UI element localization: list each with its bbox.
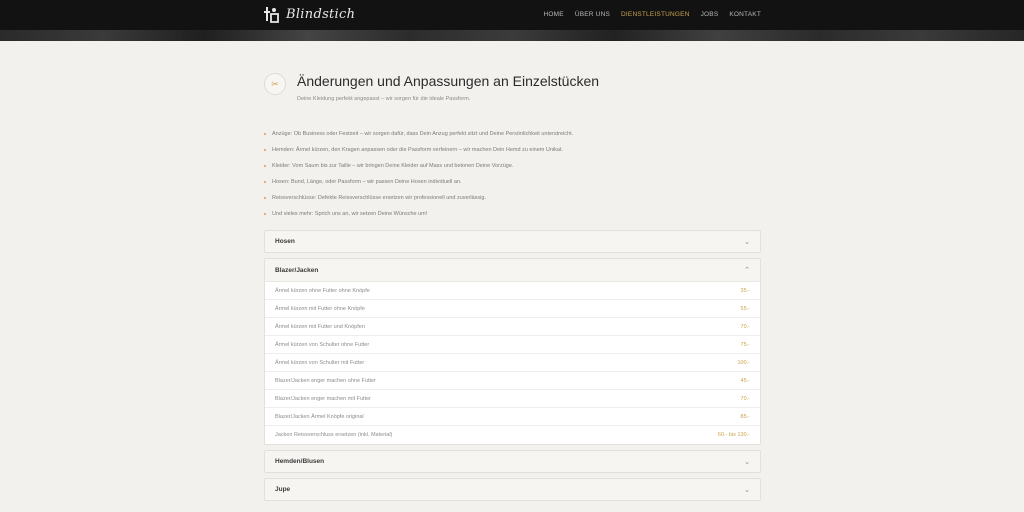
price-value: 45.- xyxy=(740,377,750,384)
table-row: Ärmel kürzen von Schulter ohne Futter 75.… xyxy=(265,336,760,354)
table-row: Blazer/Jacken enger machen mit Futter 70.… xyxy=(265,390,760,408)
table-row: Ärmel kürzen von Schulter mit Futter 100.… xyxy=(265,354,760,372)
bullet-dot-icon xyxy=(264,181,266,183)
list-item-text: Und vieles mehr: Sprich uns an, wir setz… xyxy=(272,211,428,217)
table-row: Blazer/Jacken Ärmel Knöpfe original 85.- xyxy=(265,408,760,426)
chevron-down-icon: ⌄ xyxy=(744,486,750,494)
accordion-header-hemden-blusen[interactable]: Hemden/Blusen ⌄ xyxy=(264,450,761,473)
table-row: Blazer/Jacken enger machen ohne Futter 45… xyxy=(265,372,760,390)
list-item: Reissverschlüsse: Defekte Reissverschlüs… xyxy=(264,190,761,206)
chevron-down-icon: ⌄ xyxy=(744,458,750,466)
price-description: Ärmel kürzen von Schulter mit Futter xyxy=(275,359,365,366)
logo-figure-icon xyxy=(264,6,280,23)
accordion-label: Jupe xyxy=(275,486,291,493)
top-navigation-bar: Blindstich HOME ÜBER UNS DIENSTLEISTUNGE… xyxy=(0,0,1024,30)
bullet-dot-icon xyxy=(264,149,266,151)
price-value: 60.- bis 130.- xyxy=(717,432,750,438)
price-description: Blazer/Jacken enger machen mit Futter xyxy=(275,395,371,402)
nav-item-ueber-uns[interactable]: ÜBER UNS xyxy=(575,11,610,18)
table-row: Ärmel kürzen mit Futter und Knöpfen 70.- xyxy=(265,318,760,336)
brand-name: Blindstich xyxy=(286,7,356,22)
page-title: Änderungen und Anpassungen an Einzelstüc… xyxy=(297,73,600,89)
nav-item-jobs[interactable]: JOBS xyxy=(701,11,719,18)
accordion-label: Hosen xyxy=(275,238,295,245)
brand-logo[interactable]: Blindstich xyxy=(264,6,355,23)
price-description: Jacken Reissverschluss ersetzen (inkl. M… xyxy=(275,432,393,438)
price-value: 75.- xyxy=(740,341,750,348)
main-nav: HOME ÜBER UNS DIENSTLEISTUNGEN JOBS KONT… xyxy=(544,11,762,18)
accordion-panel-blazer-jacken: Blazer/Jacken ⌃ Ärmel kürzen ohne Futter… xyxy=(264,258,761,445)
price-value: 100.- xyxy=(737,359,750,366)
price-description: Blazer/Jacken Ärmel Knöpfe original xyxy=(275,413,364,420)
main-content: ✂ Änderungen und Anpassungen an Einzelst… xyxy=(264,70,761,506)
list-item-text: Kleider: Vom Saum bis zur Taille – wir b… xyxy=(272,163,514,169)
service-list: Anzüge: Ob Business oder Festzeit – wir … xyxy=(264,126,761,222)
table-row: Ärmel kürzen ohne Futter ohne Knöpfe 35.- xyxy=(265,282,760,300)
price-value: 70.- xyxy=(740,323,750,330)
accordion-header-hosen[interactable]: Hosen ⌄ xyxy=(264,230,761,253)
accordion-header-jupe[interactable]: Jupe ⌄ xyxy=(264,478,761,501)
list-item-text: Hemden: Ärmel kürzen, den Kragen anpasse… xyxy=(272,147,564,153)
list-item: Kleider: Vom Saum bis zur Taille – wir b… xyxy=(264,158,761,174)
price-description: Ärmel kürzen mit Futter ohne Knöpfe xyxy=(275,305,365,312)
chevron-down-icon: ⌄ xyxy=(744,238,750,246)
nav-item-home[interactable]: HOME xyxy=(544,11,564,18)
table-row: Jacken Reissverschluss ersetzen (inkl. M… xyxy=(265,426,760,444)
page-subtitle: Deine Kleidung perfekt angepasst – wir s… xyxy=(297,96,471,102)
bullet-dot-icon xyxy=(264,133,266,135)
list-item-text: Anzüge: Ob Business oder Festzeit – wir … xyxy=(272,131,574,137)
price-value: 55.- xyxy=(740,305,750,312)
bullet-dot-icon xyxy=(264,213,266,215)
accordion-label: Blazer/Jacken xyxy=(275,266,319,274)
bullet-dot-icon xyxy=(264,197,266,199)
chevron-up-icon: ⌃ xyxy=(744,267,750,274)
price-value: 70.- xyxy=(740,395,750,402)
price-description: Ärmel kürzen ohne Futter ohne Knöpfe xyxy=(275,287,370,294)
nav-item-dienstleistungen[interactable]: DIENSTLEISTUNGEN xyxy=(621,11,690,18)
price-value: 35.- xyxy=(740,287,750,294)
list-item-text: Hosen: Bund, Länge, oder Passform – wir … xyxy=(272,179,462,185)
price-description: Ärmel kürzen mit Futter und Knöpfen xyxy=(275,323,365,330)
price-accordion: Hosen ⌄ Blazer/Jacken ⌃ Ärmel kürzen ohn… xyxy=(264,230,761,501)
list-item: Und vieles mehr: Sprich uns an, wir setz… xyxy=(264,206,761,222)
price-description: Ärmel kürzen von Schulter ohne Futter xyxy=(275,341,370,348)
table-row: Ärmel kürzen mit Futter ohne Knöpfe 55.- xyxy=(265,300,760,318)
price-value: 85.- xyxy=(740,413,750,420)
scissors-icon: ✂ xyxy=(264,73,286,95)
price-description: Blazer/Jacken enger machen ohne Futter xyxy=(275,377,376,384)
accordion-header-blazer-jacken[interactable]: Blazer/Jacken ⌃ xyxy=(265,259,760,282)
list-item-text: Reissverschlüsse: Defekte Reissverschlüs… xyxy=(272,195,486,201)
page-header: ✂ Änderungen und Anpassungen an Einzelst… xyxy=(264,70,761,102)
list-item: Hosen: Bund, Länge, oder Passform – wir … xyxy=(264,174,761,190)
list-item: Anzüge: Ob Business oder Festzeit – wir … xyxy=(264,126,761,142)
hero-image-strip xyxy=(0,30,1024,41)
accordion-label: Hemden/Blusen xyxy=(275,458,325,465)
nav-item-kontakt[interactable]: KONTAKT xyxy=(729,11,761,18)
list-item: Hemden: Ärmel kürzen, den Kragen anpasse… xyxy=(264,142,761,158)
bullet-dot-icon xyxy=(264,165,266,167)
